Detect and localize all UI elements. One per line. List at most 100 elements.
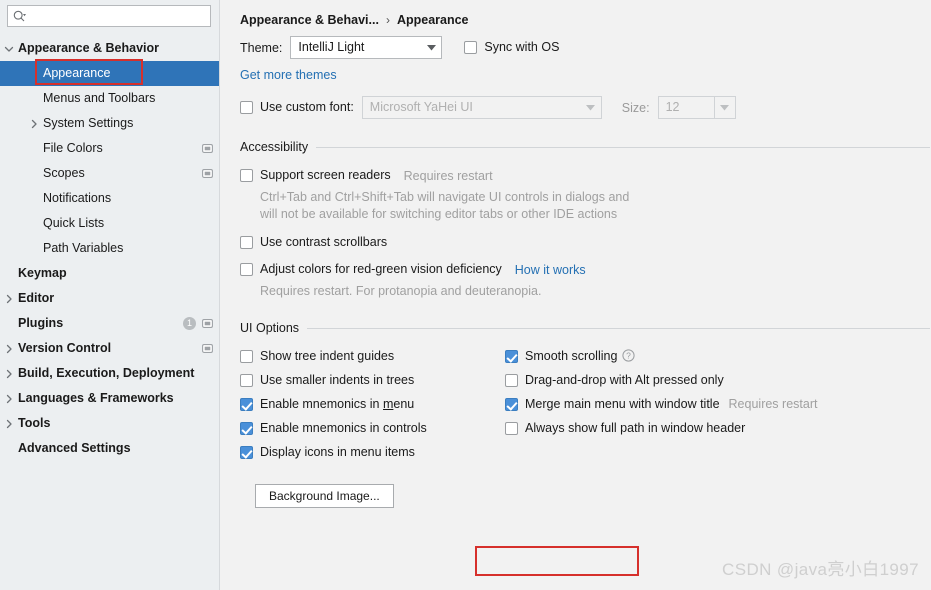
sidebar-item-label: Appearance & Behavior bbox=[18, 41, 160, 55]
support-screen-readers-row: Support screen readers Requires restart bbox=[230, 168, 931, 183]
mnemonic-letter: m bbox=[382, 397, 394, 411]
background-image-row: Background Image... bbox=[230, 484, 931, 508]
sidebar-item-notifications[interactable]: Notifications bbox=[0, 186, 219, 211]
ui-option-checkbox[interactable] bbox=[240, 374, 253, 387]
chevron-right-icon[interactable] bbox=[0, 419, 18, 429]
sidebar-item-quick-lists[interactable]: Quick Lists bbox=[0, 211, 219, 236]
ui-option-enable-mnemonics-in[interactable]: Enable mnemonics in menu bbox=[240, 397, 505, 412]
ui-option-display-icons-in-menu-items[interactable]: Display icons in menu items bbox=[240, 445, 505, 460]
sidebar-item-advanced-settings[interactable]: Advanced Settings bbox=[0, 436, 219, 461]
sync-with-os-label: Sync with OS bbox=[484, 40, 560, 54]
search-input[interactable] bbox=[26, 7, 205, 25]
chevron-right-icon[interactable] bbox=[0, 294, 18, 304]
sidebar-item-keymap[interactable]: Keymap bbox=[0, 261, 219, 286]
ui-options-title: UI Options bbox=[240, 321, 300, 335]
support-screen-readers-box[interactable] bbox=[240, 169, 253, 182]
ui-options-left-column: Show tree indent guides Use smaller inden… bbox=[240, 349, 505, 469]
font-size-label: Size: bbox=[621, 100, 650, 115]
sync-with-os-box[interactable] bbox=[464, 41, 478, 54]
font-family-select[interactable]: Microsoft YaHei UI bbox=[361, 96, 602, 119]
chevron-right-icon[interactable] bbox=[0, 344, 18, 354]
sidebar-item-scopes[interactable]: Scopes bbox=[0, 161, 219, 186]
sidebar-item-label: Notifications bbox=[43, 191, 112, 205]
sidebar-item-label: System Settings bbox=[43, 116, 134, 130]
how-it-works-link[interactable]: How it works bbox=[515, 263, 586, 277]
sidebar-item-tools[interactable]: Tools bbox=[0, 411, 219, 436]
red-green-box[interactable] bbox=[240, 263, 253, 276]
ui-option-show-tree-indent-guides[interactable]: Show tree indent guides bbox=[240, 349, 505, 364]
custom-font-row: Use custom font: Microsoft YaHei UI Size… bbox=[230, 96, 931, 119]
sidebar-item-label: Languages & Frameworks bbox=[18, 391, 174, 405]
ui-option-label: Smooth scrolling bbox=[525, 349, 618, 363]
sidebar-item-label: Menus and Toolbars bbox=[43, 91, 156, 105]
ui-option-checkbox[interactable] bbox=[240, 398, 253, 411]
chevron-down-icon bbox=[581, 104, 601, 111]
ui-option-checkbox[interactable] bbox=[505, 350, 518, 363]
sidebar-item-languages-frameworks[interactable]: Languages & Frameworks bbox=[0, 386, 219, 411]
use-custom-font-box[interactable] bbox=[240, 101, 253, 114]
sidebar-item-appearance-behavior[interactable]: Appearance & Behavior bbox=[0, 36, 219, 61]
sidebar-item-label: Version Control bbox=[18, 341, 112, 355]
sidebar-item-label: Advanced Settings bbox=[18, 441, 131, 455]
chevron-right-icon[interactable] bbox=[0, 394, 18, 404]
sidebar-item-label: Tools bbox=[18, 416, 51, 430]
ui-option-use-smaller-indents-in-trees[interactable]: Use smaller indents in trees bbox=[240, 373, 505, 388]
ui-options-columns: Show tree indent guides Use smaller inden… bbox=[230, 349, 931, 469]
ui-option-enable-mnemonics-in-controls[interactable]: Enable mnemonics in controls bbox=[240, 421, 505, 436]
sidebar-item-version-control[interactable]: Version Control bbox=[0, 336, 219, 361]
sidebar-item-label: Scopes bbox=[43, 166, 85, 180]
background-image-button[interactable]: Background Image... bbox=[255, 484, 394, 508]
sidebar-item-build-execution-deployment[interactable]: Build, Execution, Deployment bbox=[0, 361, 219, 386]
chevron-right-icon[interactable] bbox=[25, 119, 43, 129]
settings-tree: Appearance & Behavior Appearance Menus and… bbox=[0, 36, 219, 461]
ui-option-checkbox[interactable] bbox=[505, 398, 518, 411]
sidebar-item-path-variables[interactable]: Path Variables bbox=[0, 236, 219, 261]
sidebar-item-label: Appearance bbox=[43, 66, 111, 80]
font-size-stepper[interactable]: 12 bbox=[657, 96, 736, 119]
contrast-scrollbars-label: Use contrast scrollbars bbox=[260, 235, 388, 249]
ui-option-merge-main-menu-with-window-title[interactable]: Merge main menu with window title Require… bbox=[505, 397, 931, 412]
ui-option-drag-and-drop-with-alt-pressed-only[interactable]: Drag-and-drop with Alt pressed only bbox=[505, 373, 931, 388]
contrast-scrollbars-row: Use contrast scrollbars bbox=[230, 235, 931, 250]
search-box[interactable] bbox=[7, 5, 211, 27]
sidebar-item-file-colors[interactable]: File Colors bbox=[0, 136, 219, 161]
chevron-down-icon[interactable] bbox=[713, 97, 735, 118]
scope-indicator-icon bbox=[202, 144, 213, 153]
breadcrumb: Appearance & Behavi... › Appearance bbox=[230, 0, 931, 30]
ui-option-label: Drag-and-drop with Alt pressed only bbox=[525, 373, 724, 387]
description-line-2: will not be available for switching edit… bbox=[260, 207, 618, 221]
ui-option-label: Use smaller indents in trees bbox=[260, 373, 415, 387]
theme-select[interactable]: IntelliJ Light bbox=[290, 36, 443, 59]
ui-option-checkbox[interactable] bbox=[505, 422, 518, 435]
ui-option-hint: Requires restart bbox=[728, 397, 818, 411]
theme-select-value: IntelliJ Light bbox=[298, 40, 365, 54]
ui-option-smooth-scrolling[interactable]: Smooth scrolling? bbox=[505, 349, 931, 364]
sidebar-item-system-settings[interactable]: System Settings bbox=[0, 111, 219, 136]
ui-option-label: Show tree indent guides bbox=[260, 349, 395, 363]
plugins-update-badge: 1 bbox=[183, 317, 196, 330]
ui-option-checkbox[interactable] bbox=[505, 374, 518, 387]
settings-content: Appearance & Behavi... › Appearance Them… bbox=[220, 0, 931, 590]
ui-option-checkbox[interactable] bbox=[240, 350, 253, 363]
breadcrumb-parent[interactable]: Appearance & Behavi... bbox=[240, 13, 379, 27]
annotation-rect-background-image bbox=[475, 546, 639, 576]
theme-row: Theme: IntelliJ Light Sync with OS bbox=[230, 36, 931, 59]
sidebar-item-menus-and-toolbars[interactable]: Menus and Toolbars bbox=[0, 86, 219, 111]
ui-option-checkbox[interactable] bbox=[240, 446, 253, 459]
chevron-right-icon[interactable] bbox=[0, 369, 18, 379]
chevron-down-icon[interactable] bbox=[0, 44, 18, 54]
sidebar-item-appearance[interactable]: Appearance bbox=[0, 61, 219, 86]
ui-option-always-show-full-path-in-window-header[interactable]: Always show full path in window header bbox=[505, 421, 931, 436]
help-icon[interactable]: ? bbox=[622, 349, 636, 362]
ui-option-checkbox[interactable] bbox=[240, 422, 253, 435]
red-green-checkbox[interactable]: Adjust colors for red-green vision defic… bbox=[240, 262, 502, 277]
contrast-scrollbars-box[interactable] bbox=[240, 236, 253, 249]
use-custom-font-checkbox[interactable]: Use custom font: bbox=[240, 100, 354, 115]
support-screen-readers-checkbox[interactable]: Support screen readers bbox=[240, 168, 391, 183]
get-more-themes-link[interactable]: Get more themes bbox=[240, 68, 337, 82]
ui-options-section-header: UI Options bbox=[230, 321, 931, 335]
sidebar-item-plugins[interactable]: Plugins 1 bbox=[0, 311, 219, 336]
sidebar-item-editor[interactable]: Editor bbox=[0, 286, 219, 311]
sync-with-os-checkbox[interactable]: Sync with OS bbox=[464, 40, 559, 55]
contrast-scrollbars-checkbox[interactable]: Use contrast scrollbars bbox=[240, 235, 387, 250]
